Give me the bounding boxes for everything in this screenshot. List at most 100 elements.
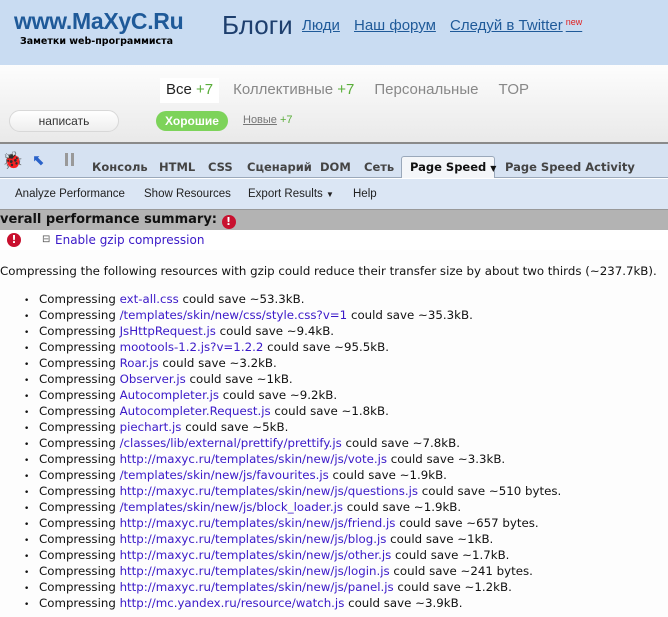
item-savings: could save ~1kB.: [386, 532, 494, 546]
item-savings: could save ~241 bytes.: [389, 564, 533, 578]
resource-link[interactable]: JsHttpRequest.js: [120, 324, 216, 338]
list-item: Compressing http://maxyc.ru/templates/sk…: [24, 483, 561, 499]
filter-new[interactable]: Новые +7: [243, 114, 293, 126]
item-prefix: Compressing: [39, 372, 120, 386]
resource-link[interactable]: http://maxyc.ru/templates/skin/new/js/qu…: [120, 484, 418, 498]
fb-tab-html[interactable]: HTML: [159, 160, 195, 174]
item-savings: could save ~510 bytes.: [418, 484, 562, 498]
item-savings: could save ~1kB.: [185, 372, 293, 386]
list-item: Compressing /classes/lib/external/pretti…: [24, 435, 561, 451]
resource-link[interactable]: http://maxyc.ru/templates/skin/new/js/vo…: [120, 452, 387, 466]
analyze-performance-button[interactable]: Analyze Performance: [15, 188, 125, 200]
dropdown-arrow-icon: ▼: [490, 164, 497, 173]
blog-tabs: Все +7 Коллективные +7 Персональные TOP: [160, 78, 543, 103]
pause-icon[interactable]: [65, 153, 74, 166]
fb-tab-page-speed[interactable]: Page Speed ▼: [410, 160, 496, 174]
resource-link[interactable]: Observer.js: [120, 372, 186, 386]
new-badge: new: [565, 17, 583, 27]
resource-link[interactable]: http://mc.yandex.ru/resource/watch.js: [120, 596, 345, 610]
export-results-button[interactable]: Export Results ▼: [248, 188, 334, 200]
item-savings: could save ~3.9kB.: [344, 596, 463, 610]
item-prefix: Compressing: [39, 548, 120, 562]
write-button[interactable]: написать: [9, 110, 119, 132]
item-prefix: Compressing: [39, 516, 120, 530]
resource-link[interactable]: Autocompleter.Request.js: [120, 404, 271, 418]
collapse-icon[interactable]: ⊟: [42, 230, 50, 250]
dropdown-arrow-icon: ▼: [325, 190, 334, 199]
filter-new-count: +7: [280, 114, 293, 126]
tab-count: +7: [337, 81, 355, 98]
item-savings: could save ~53.3kB.: [178, 292, 305, 306]
rule-link[interactable]: Enable gzip compression: [55, 230, 204, 250]
site-logo[interactable]: www.MaXyC.Ru: [14, 8, 184, 35]
error-icon: !: [221, 215, 236, 229]
list-item: Compressing http://maxyc.ru/templates/sk…: [24, 563, 561, 579]
tab-count: +7: [196, 81, 214, 98]
resource-link[interactable]: /classes/lib/external/prettify/prettify.…: [120, 436, 342, 450]
tab-collective[interactable]: Коллективные +7: [227, 78, 360, 103]
summary-title: verall performance summary:: [0, 212, 218, 227]
item-prefix: Compressing: [39, 404, 120, 418]
item-prefix: Compressing: [39, 292, 120, 306]
fb-tab-net[interactable]: Сеть: [364, 160, 394, 174]
item-prefix: Compressing: [39, 468, 120, 482]
list-item: Compressing ext-all.css could save ~53.3…: [24, 291, 561, 307]
item-savings: could save ~7.8kB.: [341, 436, 460, 450]
resource-link[interactable]: Roar.js: [120, 356, 159, 370]
item-prefix: Compressing: [39, 324, 120, 338]
item-prefix: Compressing: [39, 340, 120, 354]
item-savings: could save ~95.5kB.: [263, 340, 389, 354]
item-prefix: Compressing: [39, 500, 120, 514]
fb-tab-dom[interactable]: DOM: [320, 160, 351, 174]
item-prefix: Compressing: [39, 388, 120, 402]
filter-new-label: Новые: [243, 114, 277, 126]
list-item: Compressing http://maxyc.ru/templates/sk…: [24, 531, 561, 547]
resource-link[interactable]: http://maxyc.ru/templates/skin/new/js/ot…: [120, 548, 392, 562]
resource-link[interactable]: http://maxyc.ru/templates/skin/new/js/bl…: [120, 532, 387, 546]
item-savings: could save ~1.2kB.: [393, 580, 512, 594]
item-prefix: Compressing: [39, 580, 120, 594]
error-icon: !: [7, 233, 21, 247]
nav-twitter-label: Следуй в Twitter: [450, 17, 563, 34]
nav-forum[interactable]: Наш форум: [354, 17, 436, 34]
item-prefix: Compressing: [39, 596, 120, 610]
resource-link[interactable]: http://maxyc.ru/templates/skin/new/js/lo…: [120, 564, 390, 578]
tab-top[interactable]: TOP: [492, 78, 535, 103]
resource-link[interactable]: Autocompleter.js: [120, 388, 219, 402]
tab-all[interactable]: Все +7: [160, 78, 220, 103]
firebug-bug-icon[interactable]: 🐞: [2, 151, 23, 171]
fb-tab-label: Page Speed: [410, 160, 487, 174]
resource-link[interactable]: piechart.js: [120, 420, 182, 434]
resource-link[interactable]: mootools-1.2.js?v=1.2.2: [120, 340, 264, 354]
item-savings: could save ~9.4kB.: [215, 324, 335, 338]
item-savings: could save ~5kB.: [181, 420, 289, 434]
fb-tab-page-speed-activity[interactable]: Page Speed Activity: [505, 160, 635, 174]
list-item: Compressing JsHttpRequest.js could save …: [24, 323, 561, 339]
list-item: Compressing Roar.js could save ~3.2kB.: [24, 355, 561, 371]
fb-tab-css[interactable]: CSS: [208, 160, 233, 174]
resource-link[interactable]: ext-all.css: [120, 292, 179, 306]
resource-link[interactable]: /templates/skin/new/js/block_loader.js: [120, 500, 343, 514]
filter-good[interactable]: Хорошие: [156, 111, 228, 131]
tab-label: TOP: [498, 81, 530, 98]
resource-link[interactable]: /templates/skin/new/css/style.css?v=1: [120, 308, 348, 322]
list-item: Compressing piechart.js could save ~5kB.: [24, 419, 561, 435]
tab-personal[interactable]: Персональные: [368, 78, 484, 103]
show-resources-button[interactable]: Show Resources: [144, 188, 231, 200]
rule-row: ! ⊟ Enable gzip compression: [0, 230, 668, 250]
fb-tab-script[interactable]: Сценарий: [247, 160, 312, 174]
export-label: Export Results: [248, 188, 323, 200]
nav-twitter[interactable]: Следуй в Twitter new: [450, 17, 582, 34]
rule-description: Compressing the following resources with…: [0, 264, 657, 278]
resource-link[interactable]: http://maxyc.ru/templates/skin/new/js/pa…: [120, 580, 394, 594]
nav-people[interactable]: Люди: [302, 17, 340, 34]
inspect-cursor-icon[interactable]: ⬉: [32, 151, 45, 169]
list-item: Compressing /templates/skin/new/js/favou…: [24, 467, 561, 483]
list-item: Compressing http://mc.yandex.ru/resource…: [24, 595, 561, 611]
fb-tab-console[interactable]: Консоль: [92, 160, 148, 174]
resource-link[interactable]: http://maxyc.ru/templates/skin/new/js/fr…: [120, 516, 396, 530]
resource-link[interactable]: /templates/skin/new/js/favourites.js: [120, 468, 329, 482]
item-savings: could save ~657 bytes.: [395, 516, 539, 530]
item-prefix: Compressing: [39, 436, 120, 450]
help-button[interactable]: Help: [353, 188, 377, 200]
